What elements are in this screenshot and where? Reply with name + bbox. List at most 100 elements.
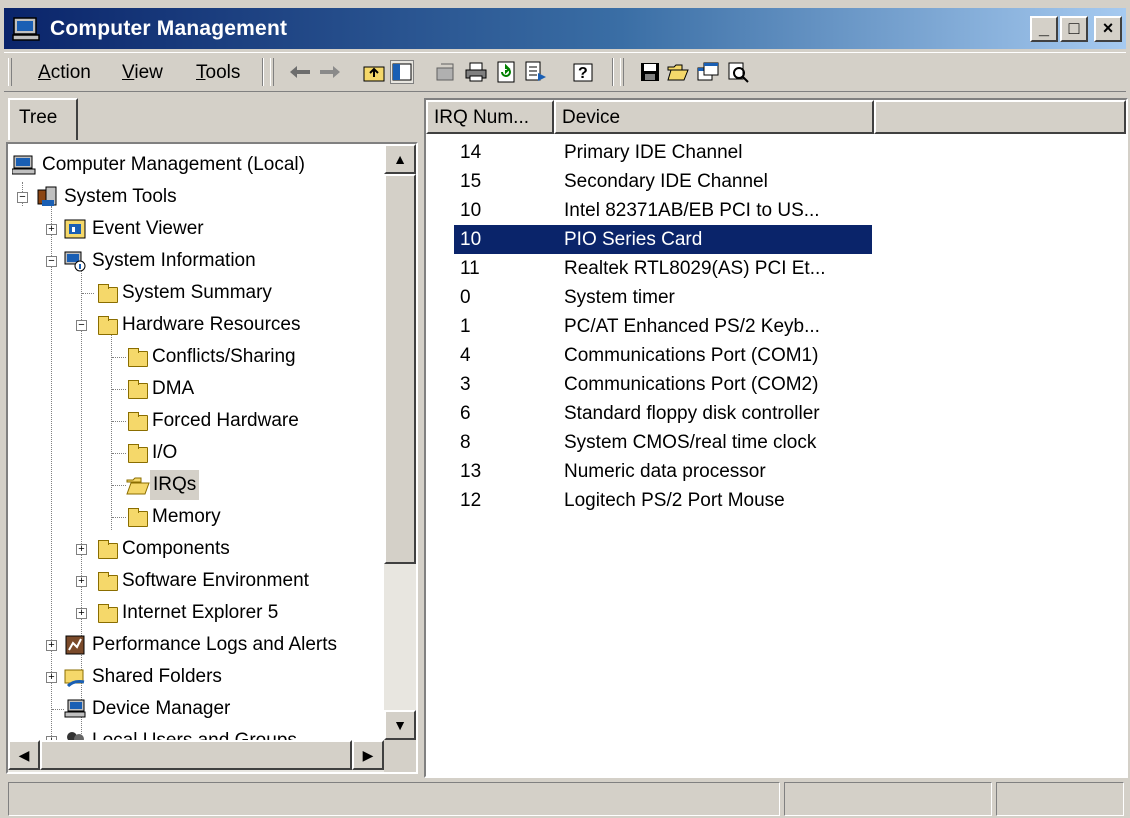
tree-node-internet-explorer[interactable]: + Internet Explorer 5 [8,598,384,628]
menu-action[interactable]: Action [38,62,91,84]
toolbar-separator [262,58,264,86]
close-button[interactable]: × [1094,16,1122,42]
table-row[interactable]: 12 Logitech PS/2 Port Mouse [426,486,1126,515]
table-row[interactable]: 14 Primary IDE Channel [426,138,1126,167]
tree-node-system-information[interactable]: − System Information [8,246,384,276]
column-header-device[interactable]: Device [554,100,874,134]
table-row[interactable]: 8 System CMOS/real time clock [426,428,1126,457]
menubar-grip[interactable] [8,58,12,86]
tree-expander[interactable]: − [46,256,57,267]
menu-toolbar-row: Action View Tools ? [4,52,1126,92]
table-row-selected[interactable]: 10 PIO Series Card [426,225,1126,254]
tree-node-conflicts-sharing[interactable]: Conflicts/Sharing [8,342,384,372]
toolbar-grip[interactable] [270,58,274,86]
scroll-right-button[interactable]: ▶ [352,740,384,770]
tree-node-system-tools[interactable]: − System Tools [8,182,384,212]
tree-node-hardware-resources[interactable]: − Hardware Resources [8,310,384,340]
status-cell-2 [784,782,992,816]
table-row[interactable]: 6 Standard floppy disk controller [426,399,1126,428]
tree-node-irqs[interactable]: IRQs [8,470,384,500]
folder-icon [98,316,118,335]
tree-node-label: Forced Hardware [152,410,299,431]
menu-action-label: ction [50,62,91,83]
refresh-icon[interactable] [494,60,518,84]
irq-number-cell: 11 [460,258,480,279]
tree-vertical-scrollbar[interactable]: ▲ ▼ [384,144,416,748]
tree-expander[interactable]: − [17,192,28,203]
column-header-irq-number[interactable]: IRQ Num... [426,100,554,134]
maximize-button[interactable]: □ [1060,16,1088,42]
properties-icon[interactable] [434,60,458,84]
tree-node-performance-logs[interactable]: + Performance Logs and Alerts [8,630,384,660]
table-row[interactable]: 13 Numeric data processor [426,457,1126,486]
tree-pane[interactable]: Computer Management (Local) − System Too… [6,142,418,774]
tree-connector [112,453,126,454]
scroll-left-button[interactable]: ◀ [8,740,40,770]
scrollbar-corner [384,740,416,772]
table-row[interactable]: 15 Secondary IDE Channel [426,167,1126,196]
tree-node-device-manager[interactable]: Device Manager [8,694,384,724]
new-window-icon[interactable] [696,60,720,84]
table-row[interactable]: 11 Realtek RTL8029(AS) PCI Et... [426,254,1126,283]
tree-connector [112,389,126,390]
tree-view: Computer Management (Local) − System Too… [8,144,384,748]
table-row[interactable]: 0 System timer [426,283,1126,312]
column-header-empty[interactable] [874,100,1126,134]
tree-node-components[interactable]: + Components [8,534,384,564]
menu-tools-accel: T [196,62,206,83]
tree-node-computer-management[interactable]: Computer Management (Local) [8,150,384,180]
irq-number-cell: 15 [460,171,482,192]
tab-tree[interactable]: Tree [8,98,78,140]
tree-node-dma[interactable]: DMA [8,374,384,404]
tree-node-system-summary[interactable]: System Summary [8,278,384,308]
export-list-icon[interactable] [524,60,548,84]
open-icon[interactable] [666,60,690,84]
help-icon[interactable]: ? [572,60,596,84]
tree-expander[interactable]: + [76,544,87,555]
tree-horizontal-scrollbar[interactable]: ◀ ▶ [8,740,384,772]
scroll-up-button[interactable]: ▲ [384,144,416,174]
tree-node-event-viewer[interactable]: + Event Viewer [8,214,384,244]
scrollbar-thumb[interactable] [40,740,352,770]
tree-expander[interactable]: + [76,576,87,587]
tree-expander[interactable]: + [76,608,87,619]
device-name-cell: Communications Port (COM1) [564,345,819,366]
tree-expander[interactable]: + [46,672,57,683]
forward-arrow-icon[interactable] [318,60,342,84]
menu-view-label: iew [134,62,163,83]
status-cell-3 [996,782,1124,816]
minimize-button[interactable]: _ [1030,16,1058,42]
tools-icon [37,186,57,206]
tree-node-label: System Summary [122,282,272,303]
save-icon[interactable] [638,60,662,84]
title-bar[interactable]: Computer Management _ □ × [4,8,1126,49]
table-row[interactable]: 1 PC/AT Enhanced PS/2 Keyb... [426,312,1126,341]
tree-node-shared-folders[interactable]: + Shared Folders [8,662,384,692]
irq-number-cell: 8 [460,432,471,453]
menu-tools[interactable]: Tools [196,62,240,84]
find-icon[interactable] [726,60,750,84]
tree-expander[interactable]: + [46,224,57,235]
back-arrow-icon[interactable] [288,60,312,84]
tree-node-forced-hardware[interactable]: Forced Hardware [8,406,384,436]
scroll-down-button[interactable]: ▼ [384,710,416,740]
up-one-level-icon[interactable] [362,60,386,84]
tree-expander[interactable]: − [76,320,87,331]
scrollbar-thumb[interactable] [384,174,416,564]
tree-node-io[interactable]: I/O [8,438,384,468]
print-icon[interactable] [464,60,488,84]
table-row[interactable]: 4 Communications Port (COM1) [426,341,1126,370]
tree-node-software-environment[interactable]: + Software Environment [8,566,384,596]
table-row[interactable]: 10 Intel 82371AB/EB PCI to US... [426,196,1126,225]
table-row[interactable]: 3 Communications Port (COM2) [426,370,1126,399]
irq-number-cell: 12 [460,490,482,511]
results-list-view[interactable]: IRQ Num... Device 14 Primary IDE Channel… [424,98,1128,778]
tree-node-memory[interactable]: Memory [8,502,384,532]
device-name-cell: Intel 82371AB/EB PCI to US... [564,200,820,221]
tree-expander[interactable]: + [46,640,57,651]
show-hide-tree-icon[interactable] [390,60,414,84]
device-name-cell: System CMOS/real time clock [564,432,817,453]
menu-view[interactable]: View [122,62,163,84]
toolbar-grip-2[interactable] [620,58,624,86]
device-name-cell: Standard floppy disk controller [564,403,820,424]
